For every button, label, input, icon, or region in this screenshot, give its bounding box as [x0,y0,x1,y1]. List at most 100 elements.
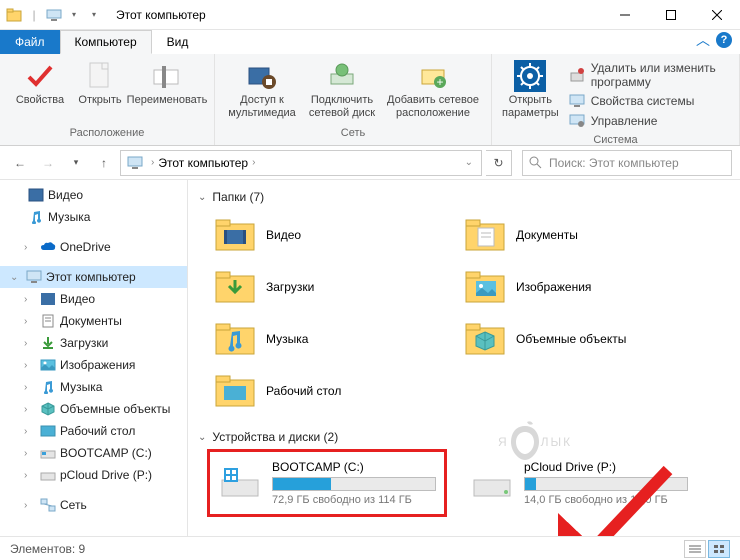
folder-desktop[interactable]: Рабочий стол [212,368,452,414]
manage-button[interactable]: Управление [567,112,727,130]
qat-overflow-icon[interactable]: ▾ [86,7,102,23]
computer-icon[interactable] [46,7,62,23]
chevron-right-icon[interactable]: › [24,426,36,437]
chevron-right-icon[interactable]: › [24,470,36,481]
minimize-button[interactable] [602,0,648,30]
sidebar-item-this-pc[interactable]: ⌄Этот компьютер [0,266,187,288]
chevron-right-icon[interactable]: › [24,316,36,327]
address-bar[interactable]: › Этот компьютер › ⌄ [120,150,482,176]
sidebar-item-pc-documents[interactable]: ›Документы [0,310,187,332]
tab-computer[interactable]: Компьютер [60,30,152,54]
computer-icon [26,269,42,285]
group-header-folders[interactable]: ⌄Папки (7) [198,186,730,208]
chevron-down-icon: ⌄ [198,192,206,203]
chevron-right-icon[interactable]: › [24,242,36,253]
sidebar-item-pc-music[interactable]: ›Музыка [0,376,187,398]
folder-downloads[interactable]: Загрузки [212,264,452,310]
view-details-button[interactable] [684,540,706,558]
document-icon [84,60,116,92]
chevron-right-icon[interactable]: › [24,382,36,393]
document-icon [40,313,56,329]
sidebar-item-onedrive[interactable]: ›OneDrive [0,236,187,258]
group-header-devices[interactable]: ⌄Устройства и диски (2) [198,426,730,448]
up-button[interactable]: ↑ [92,151,116,175]
breadcrumb[interactable]: Этот компьютер [158,156,248,170]
chevron-right-icon[interactable]: › [24,448,36,459]
chevron-down-icon: ⌄ [198,432,206,443]
folder-documents[interactable]: Документы [462,212,702,258]
music-icon [28,209,44,225]
map-drive-button[interactable]: Подключить сетевой диск [303,58,381,125]
sidebar-item-pcloud[interactable]: ›pCloud Drive (P:) [0,464,187,486]
ribbon: Свойства Открыть Переименовать Расположе… [0,54,740,146]
chevron-right-icon[interactable]: › [24,500,36,511]
folder-music[interactable]: Музыка [212,316,452,362]
ribbon-group-network: Доступ к мультимедиа Подключить сетевой … [215,54,492,145]
address-dropdown-icon[interactable]: ⌄ [459,157,479,168]
chevron-right-icon[interactable]: › [252,157,255,168]
sidebar-item-network[interactable]: ›Сеть [0,494,187,516]
video-icon [28,187,44,203]
drive-status: 14,0 ГБ свободно из 15,0 ГБ [524,494,688,506]
sidebar-item-pc-3d[interactable]: ›Объемные объекты [0,398,187,420]
tab-file[interactable]: Файл [0,30,60,54]
qat-dropdown-icon[interactable]: ▾ [66,7,82,23]
chevron-right-icon[interactable]: › [151,157,154,168]
add-network-button[interactable]: + Добавить сетевое расположение [383,58,483,125]
tab-view[interactable]: Вид [152,30,204,54]
sidebar-item-bootcamp[interactable]: ›BOOTCAMP (C:) [0,442,187,464]
forward-button[interactable]: → [36,151,60,175]
window-title: Этот компьютер [116,8,206,22]
uninstall-icon [569,67,585,83]
chevron-right-icon[interactable]: › [24,338,36,349]
folder-images[interactable]: Изображения [462,264,702,310]
sidebar-item-pc-desktop[interactable]: ›Рабочий стол [0,420,187,442]
folder-music-icon [214,318,256,360]
rename-button[interactable]: Переименовать [128,58,206,125]
open-settings-button[interactable]: Открыть параметры [500,58,561,132]
drive-usage-bar [272,477,436,491]
download-icon [40,335,56,351]
monitor-icon [569,93,585,109]
sidebar-item-video[interactable]: Видео [0,184,187,206]
collapse-ribbon-icon[interactable]: ︿ [696,30,710,50]
back-button[interactable]: ← [8,151,32,175]
rename-icon [151,60,183,92]
search-icon [529,156,543,170]
media-icon [246,60,278,92]
help-icon[interactable]: ? [716,32,732,48]
drive-pcloud[interactable]: pCloud Drive (P:) 14,0 ГБ свободно из 15… [464,454,694,512]
system-properties-button[interactable]: Свойства системы [567,92,727,110]
chevron-right-icon[interactable]: › [24,404,36,415]
cloud-icon [40,239,56,255]
search-input[interactable]: Поиск: Этот компьютер [522,150,732,176]
qat-separator-icon: | [26,7,42,23]
search-placeholder: Поиск: Этот компьютер [549,156,679,170]
explorer-icon [6,7,22,23]
properties-button[interactable]: Свойства [8,58,72,125]
network-location-icon: + [417,60,449,92]
svg-text:+: + [436,75,443,89]
sidebar-item-pc-images[interactable]: ›Изображения [0,354,187,376]
chevron-down-icon[interactable]: ⌄ [10,272,22,283]
uninstall-button[interactable]: Удалить или изменить программу [567,60,727,90]
drive-status: 72,9 ГБ свободно из 114 ГБ [272,494,436,506]
folder-3d[interactable]: Объемные объекты [462,316,702,362]
sidebar-item-music[interactable]: Музыка [0,206,187,228]
open-button[interactable]: Открыть [74,58,126,125]
recent-dropdown-icon[interactable]: ▾ [64,151,88,175]
media-access-button[interactable]: Доступ к мультимедиа [223,58,301,125]
sidebar-item-pc-downloads[interactable]: ›Загрузки [0,332,187,354]
folder-video[interactable]: Видео [212,212,452,258]
chevron-right-icon[interactable]: › [24,294,36,305]
sidebar: Видео Музыка ›OneDrive ⌄Этот компьютер ›… [0,180,188,540]
ribbon-tabs: Файл Компьютер Вид ︿ ? [0,30,740,54]
refresh-button[interactable]: ↻ [486,150,512,176]
view-icons-button[interactable] [708,540,730,558]
folder-desktop-icon [214,370,256,412]
cube-icon [40,401,56,417]
sidebar-item-pc-video[interactable]: ›Видео [0,288,187,310]
drive-bootcamp[interactable]: BOOTCAMP (C:) 72,9 ГБ свободно из 114 ГБ [212,454,442,512]
chevron-right-icon[interactable]: › [24,360,36,371]
video-icon [40,291,56,307]
